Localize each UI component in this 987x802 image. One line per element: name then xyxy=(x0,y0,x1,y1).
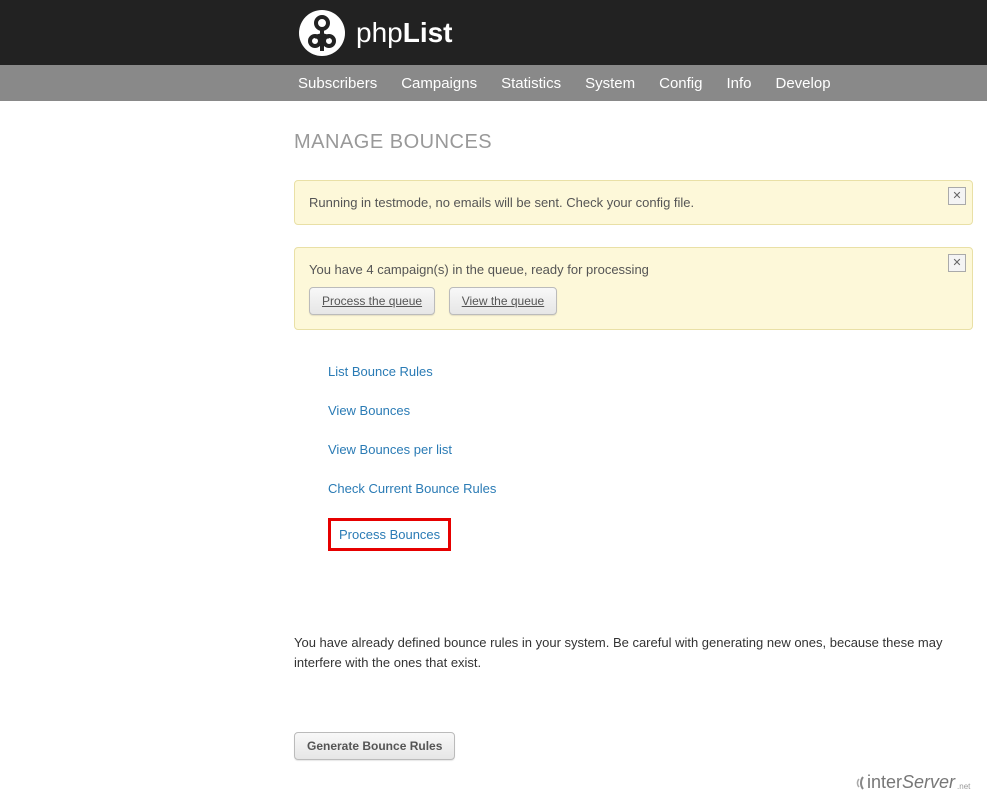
nav-statistics[interactable]: Statistics xyxy=(501,75,561,92)
logo-text: phpList xyxy=(356,17,453,49)
phplist-logo-icon xyxy=(298,9,346,57)
generate-bounce-rules-button[interactable]: Generate Bounce Rules xyxy=(294,732,455,760)
bounce-link-list: List Bounce Rules View Bounces View Boun… xyxy=(294,352,973,581)
header-bar: phpList xyxy=(0,0,987,65)
page-title: MANAGE BOUNCES xyxy=(294,131,973,154)
main-content: MANAGE BOUNCES ✕ Running in testmode, no… xyxy=(0,101,987,800)
notice-queue: ✕ You have 4 campaign(s) in the queue, r… xyxy=(294,247,973,330)
nav-develop[interactable]: Develop xyxy=(776,75,831,92)
link-check-bounce-rules[interactable]: Check Current Bounce Rules xyxy=(328,479,496,498)
notice-testmode-message: Running in testmode, no emails will be s… xyxy=(309,195,958,210)
nav-system[interactable]: System xyxy=(585,75,635,92)
footer-tld: .net xyxy=(957,782,970,791)
close-icon[interactable]: ✕ xyxy=(948,254,966,272)
nav-info[interactable]: Info xyxy=(726,75,751,92)
link-process-bounces[interactable]: Process Bounces xyxy=(328,518,451,551)
nav-bar: Subscribers Campaigns Statistics System … xyxy=(0,65,987,101)
notice-testmode: ✕ Running in testmode, no emails will be… xyxy=(294,180,973,225)
bounce-rules-warning: You have already defined bounce rules in… xyxy=(294,633,973,672)
link-list-bounce-rules[interactable]: List Bounce Rules xyxy=(328,362,433,381)
logo[interactable]: phpList xyxy=(298,9,987,57)
nav-subscribers[interactable]: Subscribers xyxy=(298,75,377,92)
link-view-bounces-per-list[interactable]: View Bounces per list xyxy=(328,440,452,459)
view-queue-button[interactable]: View the queue xyxy=(449,287,558,315)
process-queue-button[interactable]: Process the queue xyxy=(309,287,435,315)
nav-config[interactable]: Config xyxy=(659,75,702,92)
nav-campaigns[interactable]: Campaigns xyxy=(401,75,477,92)
footer-interserver-logo[interactable]: interServer .net xyxy=(845,772,985,793)
close-icon[interactable]: ✕ xyxy=(948,187,966,205)
interserver-arc-icon xyxy=(845,773,865,793)
link-view-bounces[interactable]: View Bounces xyxy=(328,401,410,420)
notice-queue-message: You have 4 campaign(s) in the queue, rea… xyxy=(309,262,958,277)
footer-brand-text: interServer xyxy=(867,772,955,793)
